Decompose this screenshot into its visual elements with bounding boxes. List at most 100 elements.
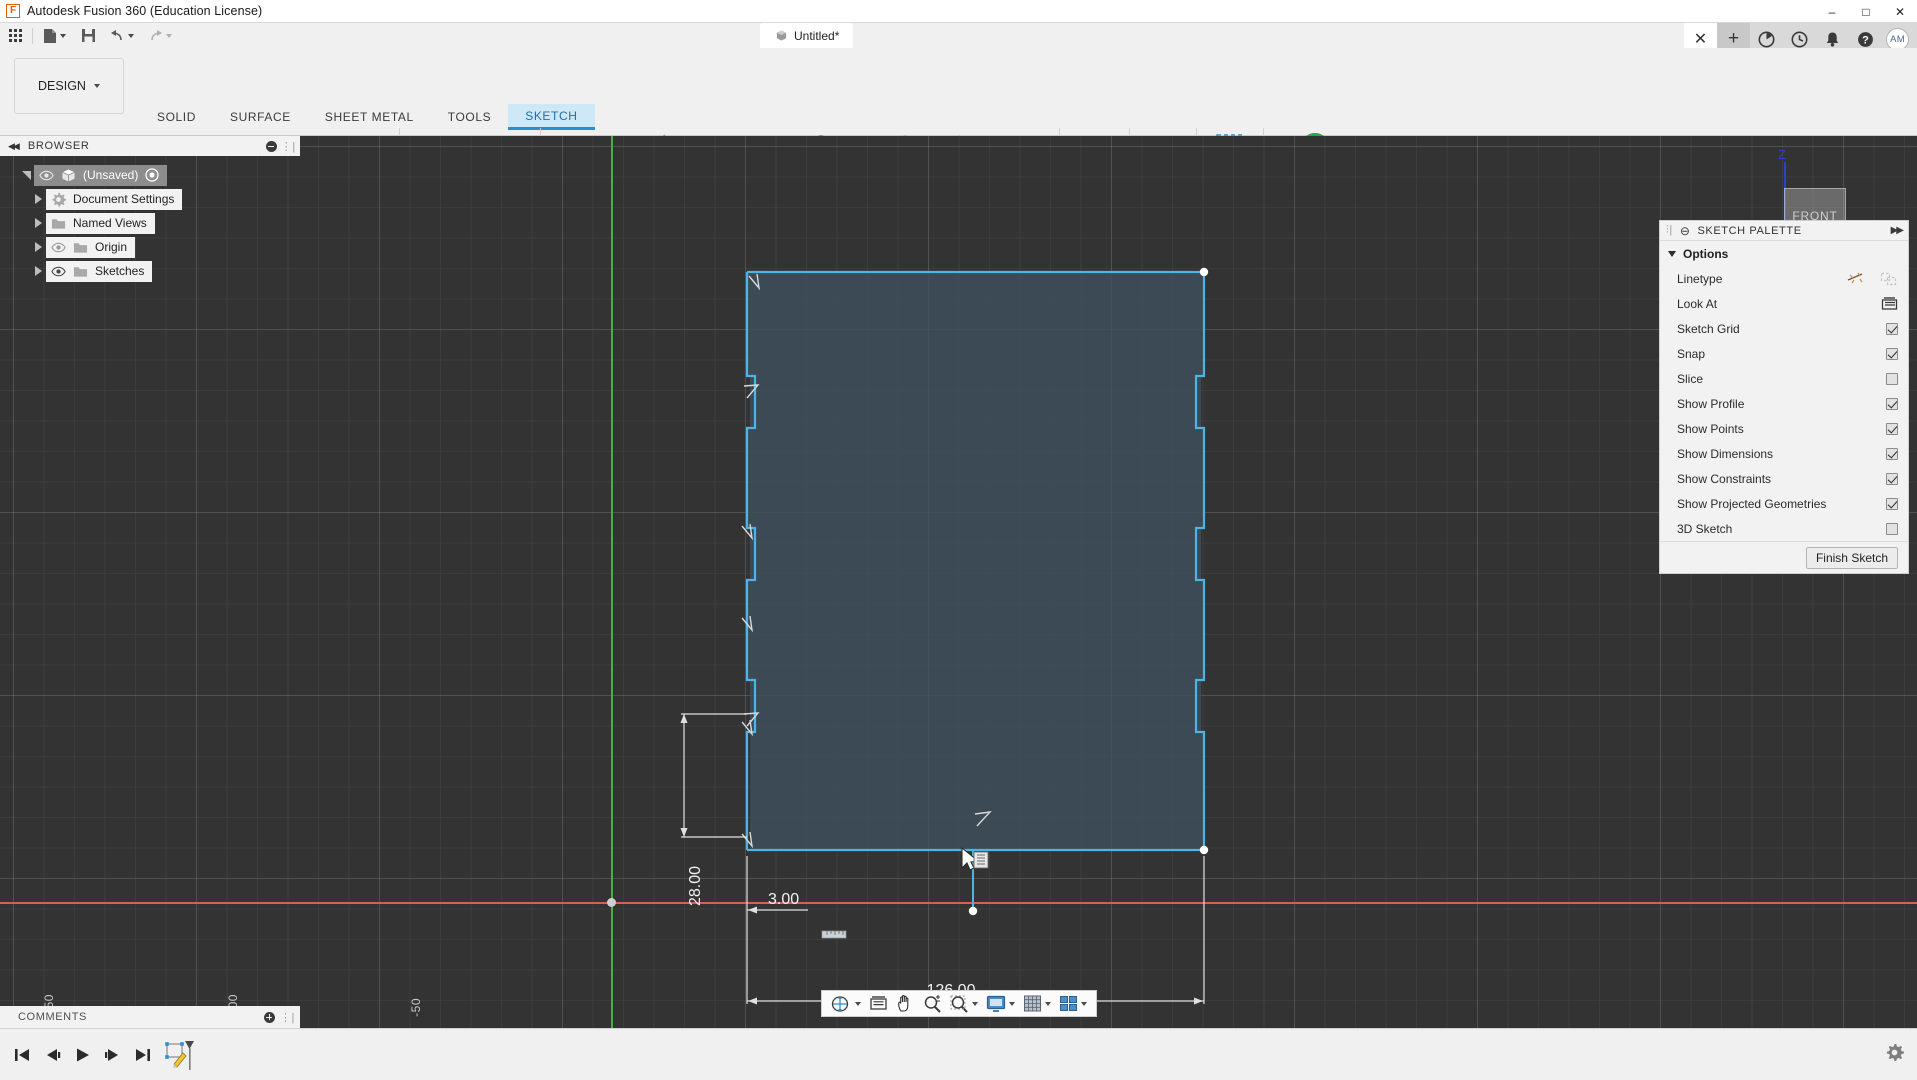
browser-item-named-views[interactable]: Named Views [0,211,300,235]
expand-toggle[interactable] [30,235,46,259]
palette-row-linetype[interactable]: Linetype [1660,266,1908,291]
gear-icon [52,192,66,207]
palette-minimize-icon[interactable]: ⊖ [1680,224,1691,238]
viewports-tool[interactable] [1055,990,1091,1017]
eye-icon[interactable] [39,170,54,181]
step-back-button[interactable] [42,1044,62,1066]
browser-item-pill[interactable]: Origin [46,236,136,258]
chevron-down-icon[interactable] [971,1001,978,1006]
palette-row-show-projected-geometries[interactable]: Show Projected Geometries [1660,491,1908,516]
expand-toggle[interactable] [30,259,46,283]
timeline-feature-sketch1[interactable] [164,1038,194,1072]
step-forward-button[interactable] [102,1044,122,1066]
finish-sketch-button[interactable]: Finish Sketch [1805,546,1898,569]
browser-item-unsaved[interactable]: (Unsaved) [0,163,300,187]
zoom-window-tool[interactable] [946,990,982,1017]
browser-grip-icon[interactable]: ⋮| [281,140,296,153]
snap-checkbox[interactable] [1886,347,1898,360]
comments-grip-icon[interactable]: ⋮| [280,1011,295,1024]
activate-target-icon[interactable] [145,168,160,182]
document-tab-title: Untitled* [794,28,840,43]
chevron-down-icon [166,33,172,38]
chevron-down-icon[interactable] [854,1001,861,1006]
play-button[interactable] [72,1044,92,1066]
palette-row-slice[interactable]: Slice [1660,366,1908,391]
eye-icon[interactable] [51,266,66,277]
grid-snaps-tool[interactable] [1019,990,1055,1017]
browser-item-document-settings[interactable]: Document Settings [0,187,300,211]
sketch-grid-checkbox[interactable] [1886,322,1898,335]
palette-row-label: Show Projected Geometries [1677,496,1827,511]
palette-row-show-constraints[interactable]: Show Constraints [1660,466,1908,491]
normal-linetype-icon[interactable] [1847,271,1865,287]
construction-linetype-icon[interactable] [1880,271,1898,287]
browser-collapse-icon[interactable]: ◀◀ [8,141,20,152]
palette-section-options[interactable]: Options [1660,241,1908,266]
maximize-button[interactable]: □ [1849,0,1883,23]
browser-item-sketches[interactable]: Sketches [0,259,300,283]
palette-row-snap[interactable]: Snap [1660,341,1908,366]
palette-collapse-icon[interactable]: ▶▶ [1891,225,1904,236]
show-constraints-checkbox[interactable] [1886,472,1898,485]
show-profile-checkbox[interactable] [1886,397,1898,410]
undo-icon [111,29,122,40]
browser-item-label: (Unsaved) [83,168,139,182]
browser-item-label: Sketches [95,264,145,278]
palette-row-sketch-grid[interactable]: Sketch Grid [1660,316,1908,341]
palette-grip-icon[interactable]: ⫶| [1666,224,1673,237]
browser-item-pill[interactable]: Sketches [46,260,153,282]
3d-sketch-checkbox[interactable] [1886,522,1898,535]
slice-checkbox[interactable] [1886,372,1898,385]
chevron-down-icon[interactable] [1008,1001,1015,1006]
show-dimensions-checkbox[interactable] [1886,447,1898,460]
sketch-palette-title: SKETCH PALETTE [1697,224,1802,237]
add-comment-icon[interactable] [263,1011,275,1023]
expand-toggle[interactable] [30,187,46,211]
pan-tool[interactable] [892,990,919,1017]
palette-row-label: Snap [1677,346,1706,361]
palette-row-show-points[interactable]: Show Points [1660,416,1908,441]
z-axis-label: Z [1778,147,1786,162]
file-button[interactable] [35,23,73,48]
palette-row-show-profile[interactable]: Show Profile [1660,391,1908,416]
go-to-end-button[interactable] [132,1044,152,1066]
display-settings-tool[interactable] [982,990,1019,1017]
chevron-down-icon[interactable] [1044,1001,1051,1006]
undo-button[interactable] [103,23,141,48]
eye-icon[interactable] [51,242,66,253]
show-points-checkbox[interactable] [1886,422,1898,435]
browser-item-pill[interactable]: Named Views [46,212,155,234]
palette-row-show-dimensions[interactable]: Show Dimensions [1660,441,1908,466]
browser-minimize-icon[interactable] [265,140,277,152]
workspace-selector[interactable]: DESIGN [14,58,124,114]
close-button[interactable]: ✕ [1883,0,1917,23]
palette-row-3d-sketch[interactable]: 3D Sketch [1660,516,1908,541]
browser-item-origin[interactable]: Origin [0,235,300,259]
palette-row-label: Show Constraints [1677,471,1772,486]
show-projected-geometries-checkbox[interactable] [1886,497,1898,510]
look-at-tool[interactable] [865,990,892,1017]
browser-item-pill[interactable]: Document Settings [46,188,183,210]
expand-toggle[interactable] [18,163,34,187]
zoom-tool[interactable] [919,990,946,1017]
expand-toggle[interactable] [30,211,46,235]
canvas[interactable]: -150 -100 -50 [0,136,1917,1080]
quick-access-bar [0,23,1917,48]
palette-row-look-at[interactable]: Look At [1660,291,1908,316]
redo-button[interactable] [141,23,179,48]
comments-panel[interactable]: COMMENTS ⋮| [0,1006,300,1028]
orbit-tool[interactable] [827,990,865,1017]
lookat-icon[interactable] [1881,296,1898,311]
go-to-beginning-button[interactable] [12,1044,32,1066]
save-button[interactable] [73,23,103,48]
timeline-settings-icon[interactable] [1885,1043,1917,1067]
browser-item-label: Origin [95,240,128,254]
app-grid-button[interactable] [0,23,30,48]
sketch-palette-header: ⫶| ⊖ SKETCH PALETTE ▶▶ [1660,221,1908,241]
chevron-down-icon [128,33,134,38]
redo-icon [151,29,162,40]
document-tab[interactable]: Untitled* [760,23,854,48]
minimize-button[interactable]: – [1815,0,1849,23]
chevron-down-icon[interactable] [1080,1001,1087,1006]
browser-item-pill[interactable]: (Unsaved) [34,164,168,186]
